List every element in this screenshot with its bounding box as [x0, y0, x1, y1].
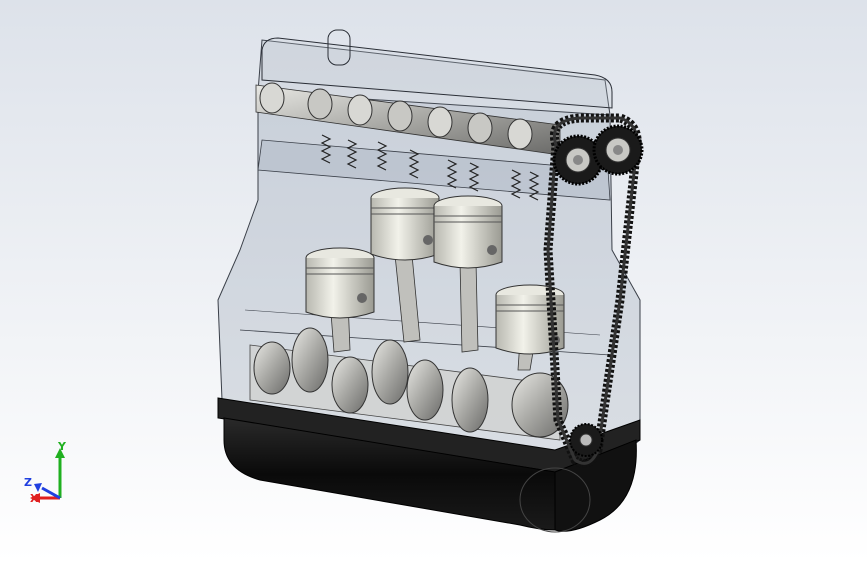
engine-model[interactable]: [0, 0, 867, 562]
axis-y-label: Y: [58, 440, 66, 453]
piston-2: [370, 187, 440, 261]
axis-z-label: Z: [24, 476, 32, 489]
axis-x-label: X: [30, 492, 39, 505]
piston-3: [433, 195, 503, 269]
piston-1: [305, 247, 375, 319]
cam-pulley-right: [592, 124, 644, 176]
axis-triad[interactable]: Y Z X: [22, 440, 82, 510]
graphics-viewport[interactable]: Y Z X: [0, 0, 867, 562]
crank-pulley: [569, 423, 603, 457]
